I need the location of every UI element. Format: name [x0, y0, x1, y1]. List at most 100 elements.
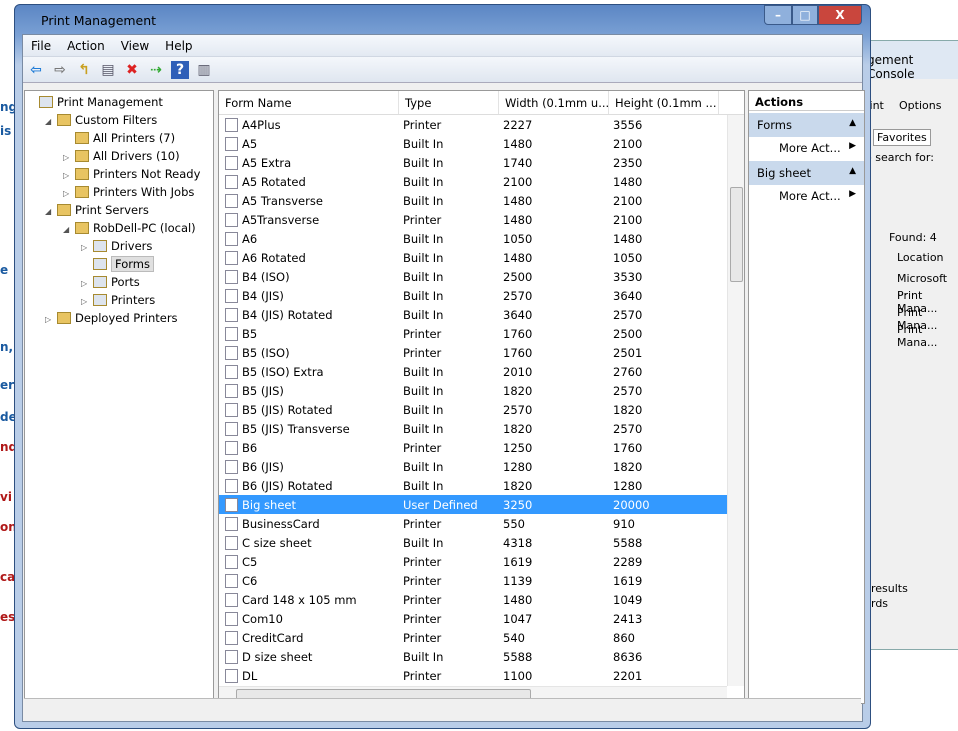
table-row[interactable]: C size sheet Built In 4318 5588: [219, 533, 744, 552]
tree-item[interactable]: Forms: [81, 255, 154, 273]
table-row[interactable]: B4 (ISO) Built In 2500 3530: [219, 267, 744, 286]
table-row[interactable]: CreditCard Printer 540 860: [219, 628, 744, 647]
collapse-icon[interactable]: ▲: [849, 118, 856, 128]
menu-view[interactable]: View: [113, 39, 157, 53]
cell: 1480: [503, 136, 533, 151]
show-hide-action-pane-icon[interactable]: ▥: [195, 61, 213, 79]
favorites-tab[interactable]: Favorites: [873, 129, 931, 146]
table-row[interactable]: B6 (JIS) Built In 1280 1820: [219, 457, 744, 476]
form-icon: [225, 649, 238, 664]
cell: B5 (JIS): [219, 383, 399, 398]
tree-item[interactable]: ◢ RobDell-PC (local): [63, 219, 196, 237]
tree-node-icon: [75, 186, 89, 198]
form-icon: [225, 478, 238, 493]
table-row[interactable]: B6 Printer 1250 1760: [219, 438, 744, 457]
table-row[interactable]: B5 (JIS) Built In 1820 2570: [219, 381, 744, 400]
column-header[interactable]: Form Name: [219, 91, 399, 114]
expand-toggle-icon[interactable]: ◢: [63, 221, 75, 239]
tree-item[interactable]: All Printers (7): [63, 129, 175, 147]
tree-node-icon: [75, 222, 89, 234]
help-icon[interactable]: ?: [171, 60, 189, 79]
tree-item[interactable]: ▷ Printers Not Ready: [63, 165, 200, 183]
export-list-icon[interactable]: ⇢: [147, 61, 165, 79]
maximize-button[interactable]: □: [792, 5, 818, 25]
table-row[interactable]: A5 Transverse Built In 1480 2100: [219, 191, 744, 210]
cell: Printer: [403, 668, 442, 683]
action-group-0[interactable]: Forms ▲: [749, 113, 864, 137]
scroll-thumb[interactable]: [730, 187, 743, 282]
results-label: results: [871, 582, 908, 595]
forward-arrow-icon[interactable]: ⇨: [51, 61, 69, 79]
action-group-1[interactable]: Big sheet ▲: [749, 161, 864, 185]
table-row[interactable]: B5 (ISO) Extra Built In 2010 2760: [219, 362, 744, 381]
cell: 2201: [613, 668, 643, 683]
tree-item[interactable]: ▷ Deployed Printers: [45, 309, 178, 327]
menu-action[interactable]: Action: [59, 39, 113, 53]
tree-item[interactable]: ◢ Custom Filters: [45, 111, 157, 129]
cell: 1820: [613, 402, 643, 417]
table-row[interactable]: A5 Rotated Built In 2100 1480: [219, 172, 744, 191]
form-icon: [225, 231, 238, 246]
menu-help[interactable]: Help: [157, 39, 200, 53]
table-row[interactable]: B4 (JIS) Rotated Built In 3640 2570: [219, 305, 744, 324]
cell: 2760: [613, 364, 643, 379]
window-title: Print Management: [41, 13, 157, 28]
table-row[interactable]: Com10 Printer 1047 2413: [219, 609, 744, 628]
table-row[interactable]: A5 Extra Built In 1740 2350: [219, 153, 744, 172]
tree-item[interactable]: Print Management: [27, 93, 163, 111]
form-icon: [225, 554, 238, 569]
vertical-scrollbar[interactable]: [727, 115, 744, 686]
form-name: B5 (ISO) Extra: [242, 364, 324, 379]
cell: 1760: [613, 440, 643, 455]
form-icon: [225, 497, 238, 512]
expand-toggle-icon[interactable]: ◢: [45, 203, 57, 221]
table-row[interactable]: Card 148 x 105 mm Printer 1480 1049: [219, 590, 744, 609]
tree-item[interactable]: ▷ Ports: [81, 273, 140, 291]
back-arrow-icon[interactable]: ⇦: [27, 61, 45, 79]
table-row[interactable]: B5 (JIS) Transverse Built In 1820 2570: [219, 419, 744, 438]
tree-item[interactable]: ▷ All Drivers (10): [63, 147, 180, 165]
menu-file[interactable]: File: [23, 39, 59, 53]
tree-item[interactable]: ▷ Printers With Jobs: [63, 183, 194, 201]
expand-toggle-icon[interactable]: ▷: [45, 311, 57, 329]
minimize-button[interactable]: –: [764, 5, 792, 25]
table-row[interactable]: A5Transverse Printer 1480 2100: [219, 210, 744, 229]
table-row[interactable]: DL Printer 1100 2201: [219, 666, 744, 685]
table-row[interactable]: B4 (JIS) Built In 2570 3640: [219, 286, 744, 305]
table-row[interactable]: C6 Printer 1139 1619: [219, 571, 744, 590]
close-button[interactable]: X: [818, 5, 862, 25]
column-header[interactable]: Type: [399, 91, 499, 114]
table-row[interactable]: B5 Printer 1760 2500: [219, 324, 744, 343]
tree-item[interactable]: ◢ Print Servers: [45, 201, 149, 219]
table-row[interactable]: B5 (ISO) Printer 1760 2501: [219, 343, 744, 362]
table-row[interactable]: A6 Built In 1050 1480: [219, 229, 744, 248]
show-hide-tree-icon[interactable]: ▤: [99, 61, 117, 79]
cell: 20000: [613, 497, 650, 512]
column-header[interactable]: Height (0.1mm ...: [609, 91, 719, 114]
more-actions-item[interactable]: More Act... ▶: [749, 185, 864, 207]
form-name: A5 Extra: [242, 155, 292, 170]
table-row[interactable]: BusinessCard Printer 550 910: [219, 514, 744, 533]
more-actions-item[interactable]: More Act... ▶: [749, 137, 864, 159]
cell: Printer: [403, 554, 442, 569]
table-row[interactable]: A6 Rotated Built In 1480 1050: [219, 248, 744, 267]
cell: Printer: [403, 630, 442, 645]
table-row[interactable]: B5 (JIS) Rotated Built In 2570 1820: [219, 400, 744, 419]
cell: 1049: [613, 592, 643, 607]
column-header[interactable]: Width (0.1mm u...: [499, 91, 609, 114]
collapse-icon[interactable]: ▲: [849, 166, 856, 176]
tree-item[interactable]: ▷ Printers: [81, 291, 155, 309]
table-row[interactable]: B6 (JIS) Rotated Built In 1820 1280: [219, 476, 744, 495]
table-row[interactable]: A5 Built In 1480 2100: [219, 134, 744, 153]
tree-item[interactable]: ▷ Drivers: [81, 237, 152, 255]
delete-icon[interactable]: ✖: [123, 61, 141, 79]
table-row[interactable]: Big sheet User Defined 3250 20000: [219, 495, 744, 514]
expand-toggle-icon[interactable]: ◢: [45, 113, 57, 131]
table-row[interactable]: D size sheet Built In 5588 8636: [219, 647, 744, 666]
tree-node-icon: [75, 132, 89, 144]
up-folder-icon[interactable]: ↰: [75, 61, 93, 79]
options-button[interactable]: Options: [899, 99, 941, 112]
table-row[interactable]: C5 Printer 1619 2289: [219, 552, 744, 571]
table-row[interactable]: A4Plus Printer 2227 3556: [219, 115, 744, 134]
cell: C5: [219, 554, 399, 569]
